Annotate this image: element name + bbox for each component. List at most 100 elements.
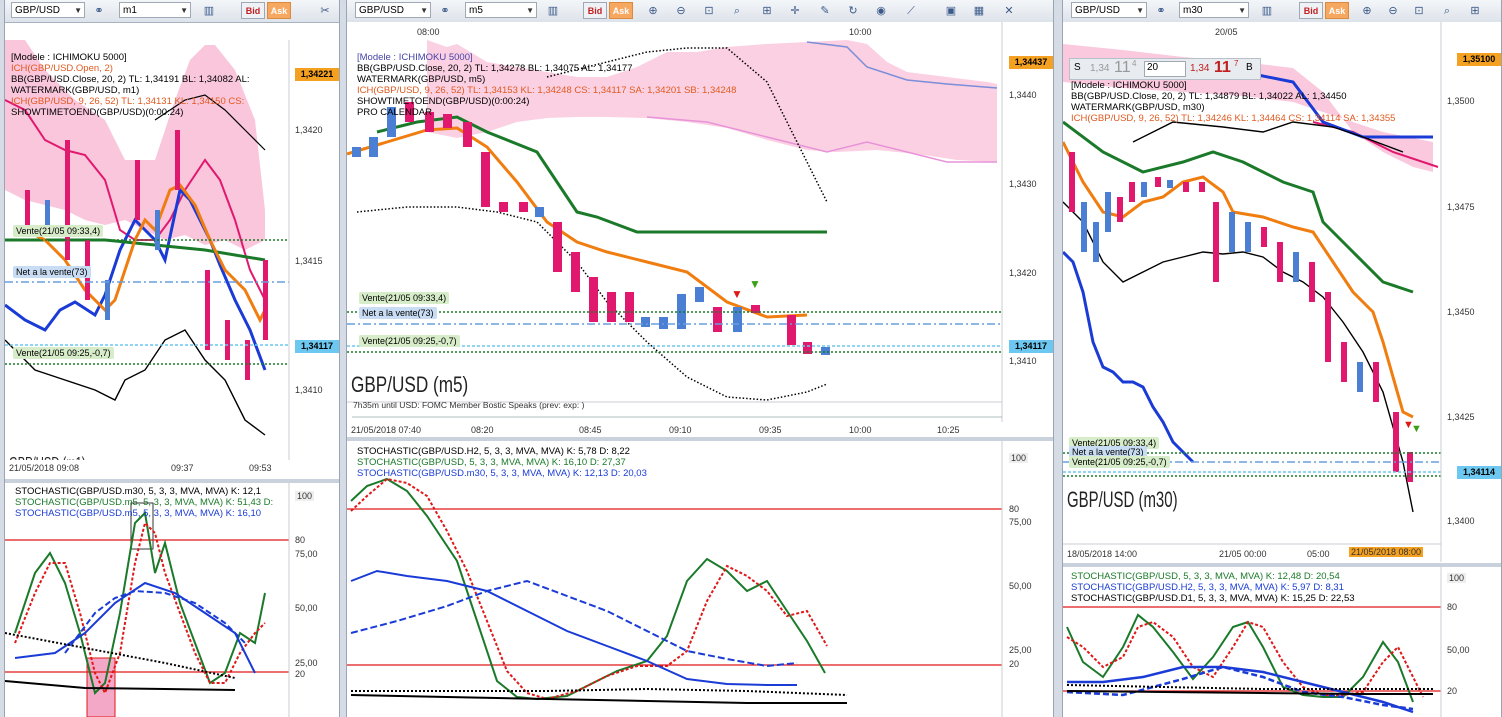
zoom-in-icon[interactable]: ⊕ bbox=[1359, 3, 1375, 19]
price-tick: 1,3475 bbox=[1447, 202, 1475, 212]
timeframe-select[interactable]: m1 ▼ bbox=[119, 2, 191, 18]
time-tick: 08:45 bbox=[579, 425, 602, 435]
zoom-out-icon[interactable]: ⊖ bbox=[1385, 3, 1401, 19]
ask-button[interactable]: Ask bbox=[609, 2, 633, 19]
stoch-m30-k-line bbox=[350, 569, 797, 686]
calendar-note: 7h35m until USD: FOMC Member Bostic Spea… bbox=[353, 400, 585, 410]
sell-price-fraction: 4 bbox=[1132, 59, 1137, 68]
link-icon[interactable]: ⚭ bbox=[91, 3, 107, 19]
sell-order-tag[interactable]: Vente(21/05 09:33,4) bbox=[359, 292, 450, 304]
top-price-label: 1,34221 bbox=[295, 68, 339, 81]
chart-window-m5[interactable]: GBP/USD ▼ ⚭ m5 ▼ ▥ Bid Ask ⊕ ⊖ ⊡ ⌕ ⊞ ✛ ✎ ↻… bbox=[346, 0, 1054, 717]
quantity-field[interactable]: 20 bbox=[1144, 61, 1186, 77]
bid-button[interactable]: Bid bbox=[583, 2, 607, 19]
legend-line: [Modele : ICHIMOKU 5000] bbox=[11, 52, 127, 63]
buy-price[interactable]: 1,34 bbox=[1190, 63, 1209, 74]
trade-widget[interactable]: S 1,34 11 4 20 1,34 11 7 B bbox=[1069, 58, 1261, 80]
current-price-label: 1,34117 bbox=[1009, 340, 1053, 353]
time-tick: 09:37 bbox=[171, 463, 194, 473]
symbol-value: GBP/USD bbox=[359, 5, 405, 16]
sell-order-tag[interactable]: Vente(21/05 09:25,-0,7) bbox=[13, 347, 114, 359]
stoch-m30-k-line bbox=[5, 680, 236, 691]
globe-icon[interactable]: ◉ bbox=[873, 3, 889, 19]
legend-line: PRO CALENDAR bbox=[357, 107, 432, 118]
ruler-icon[interactable]: ⟋ bbox=[903, 3, 919, 19]
timeframe-value: m1 bbox=[123, 5, 137, 16]
buy-arrow-icon: ▼ bbox=[749, 277, 761, 291]
sell-order-tag[interactable]: Vente(21/05 09:33,4) bbox=[13, 225, 104, 237]
legend-line: BB(GBP/USD.Close, 20, 2) TL: 1,34191 BL:… bbox=[11, 74, 250, 85]
sell-arrow-icon: ▼ bbox=[731, 287, 743, 301]
chart-window-m1[interactable]: GBP/USD ▼ ⚭ m1 ▼ ▥ Bid Ask ✂ [Modele: I… bbox=[4, 0, 340, 717]
chart-type-icon[interactable]: ▥ bbox=[545, 3, 561, 19]
price-tick: 1,3420 bbox=[1009, 268, 1037, 278]
chart-type-icon[interactable]: ▥ bbox=[201, 3, 217, 19]
stoch-tick: 20 bbox=[295, 669, 306, 679]
timeframe-select[interactable]: m30 ▼ bbox=[1179, 2, 1249, 18]
net-position-tag[interactable]: Net a la vente(73) bbox=[13, 266, 91, 278]
time-axis: 21/05/2018 09:08 09:37 09:53 bbox=[5, 460, 339, 480]
zoom-fit-icon[interactable]: ⊡ bbox=[701, 3, 717, 19]
ask-button[interactable]: Ask bbox=[267, 2, 291, 19]
chart-window-m30[interactable]: GBP/USD ▼ ⚭ m30 ▼ ▥ Bid Ask ⊕ ⊖ ⊡ ⌕ ⊞ 20/0… bbox=[1062, 0, 1502, 717]
tools-icon[interactable]: ✕ bbox=[1001, 3, 1017, 19]
sell-price[interactable]: 1,34 bbox=[1090, 63, 1109, 74]
refresh-icon[interactable]: ↻ bbox=[845, 3, 861, 19]
zoom-fit-icon[interactable]: ⊡ bbox=[1411, 3, 1427, 19]
ask-button[interactable]: Ask bbox=[1325, 2, 1349, 19]
stoch-m5-line bbox=[14, 581, 256, 674]
stoch-k-line bbox=[350, 477, 826, 701]
zoom-out-icon[interactable]: ⊖ bbox=[673, 3, 689, 19]
symbol-select[interactable]: GBP/USD ▼ bbox=[355, 2, 431, 18]
link-icon[interactable]: ⚭ bbox=[437, 3, 453, 19]
sell-order-tag[interactable]: Vente(21/05 09:25,-0,7) bbox=[359, 335, 460, 347]
legend-line: STOCHASTIC(GBP/USD.H2, 5, 3, 3, MVA, MVA… bbox=[357, 446, 630, 457]
price-chart[interactable]: 20/05 ▼ ▼ S 1,34 11 4 20 1,34 11 7 B [Mo… bbox=[1063, 22, 1501, 562]
time-tick: 10:25 bbox=[937, 425, 960, 435]
bid-button[interactable]: Bid bbox=[1299, 2, 1323, 19]
zoom-in-icon[interactable]: ⊕ bbox=[645, 3, 661, 19]
indicator-icon[interactable]: ⊞ bbox=[759, 3, 775, 19]
chart-type-icon[interactable]: ▥ bbox=[1259, 3, 1275, 19]
current-price-label: 1,34117 bbox=[295, 340, 339, 353]
legend-line: SHOWTIMETOEND(GBP/USD)(0:00:24) bbox=[11, 107, 184, 118]
indicator-legend: [Modele : ICHIMOKU 5000] ICH(GBP/USD.Ope… bbox=[11, 52, 250, 118]
time-tick: 21/05/2018 07:40 bbox=[351, 425, 422, 435]
link-icon[interactable]: ⚭ bbox=[1153, 3, 1169, 19]
time-tick: 21/05/2018 09:08 bbox=[9, 463, 80, 473]
indicator-legend: [Modele : ICHIMOKU 5000] BB(GBP/USD.Clos… bbox=[1071, 80, 1395, 124]
stoch-tick: 50,00 bbox=[1447, 645, 1470, 655]
time-tick: 09:35 bbox=[759, 425, 782, 435]
buy-price-pips[interactable]: 11 bbox=[1214, 59, 1231, 77]
grid-icon[interactable]: ▦ bbox=[971, 3, 987, 19]
net-position-tag[interactable]: Net a la vente(73) bbox=[359, 307, 437, 319]
note-icon[interactable]: ✎ bbox=[817, 3, 833, 19]
sell-order-tag[interactable]: Vente(21/05 09:25,-0,7) bbox=[1069, 456, 1170, 468]
stoch-h2-d-line bbox=[351, 687, 848, 696]
bid-button[interactable]: Bid bbox=[241, 2, 265, 19]
settings-icon[interactable]: ✂ bbox=[317, 3, 333, 19]
stochastic-pane[interactable]: STOCHASTIC(GBP/USD.H2, 5, 3, 3, MVA, MVA… bbox=[347, 441, 1053, 717]
sell-button[interactable]: S bbox=[1074, 62, 1081, 73]
timeframe-select[interactable]: m5 ▼ bbox=[465, 2, 537, 18]
price-tick: 1,3410 bbox=[1009, 356, 1037, 366]
sell-price-pips[interactable]: 11 bbox=[1114, 59, 1131, 77]
symbol-select[interactable]: GBP/USD ▼ bbox=[1071, 2, 1147, 18]
legend-line: ICH(GBP/USD, 9, 26, 52) TL: 1,34131 KL: … bbox=[11, 96, 245, 107]
stochastic-pane[interactable]: STOCHASTIC(GBP/USD, 5, 3, 3, MVA, MVA) K… bbox=[1063, 567, 1501, 717]
stoch-tick: 25,00 bbox=[1009, 645, 1032, 655]
search-icon[interactable]: ⌕ bbox=[729, 3, 745, 19]
search-icon[interactable]: ⌕ bbox=[1439, 3, 1455, 19]
watermark: GBP/USD (m30) bbox=[1067, 487, 1178, 512]
indicator-icon[interactable]: ⊞ bbox=[1467, 3, 1483, 19]
symbol-select[interactable]: GBP/USD ▼ bbox=[11, 2, 85, 18]
image-icon[interactable]: ▣ bbox=[943, 3, 959, 19]
price-chart[interactable]: 08:00 10:00 ▼ ▼ [Modele: ICHIMOKU 5000]… bbox=[347, 22, 1053, 442]
current-price-label: 1,34114 bbox=[1457, 466, 1501, 479]
buy-button[interactable]: B bbox=[1246, 62, 1253, 73]
price-tick: 1,3425 bbox=[1447, 412, 1475, 422]
price-chart[interactable]: [Modele : ICHIMOKU 5000] ICH(GBP/USD.Ope… bbox=[5, 40, 339, 480]
legend-line: STOCHASTIC(GBP/USD.D1, 5, 3, 3, MVA, MVA… bbox=[1071, 593, 1355, 604]
stochastic-pane[interactable]: STOCHASTIC(GBP/USD.m30, 5, 3, 3, MVA, MV… bbox=[5, 483, 339, 717]
crosshair-icon[interactable]: ✛ bbox=[787, 3, 803, 19]
